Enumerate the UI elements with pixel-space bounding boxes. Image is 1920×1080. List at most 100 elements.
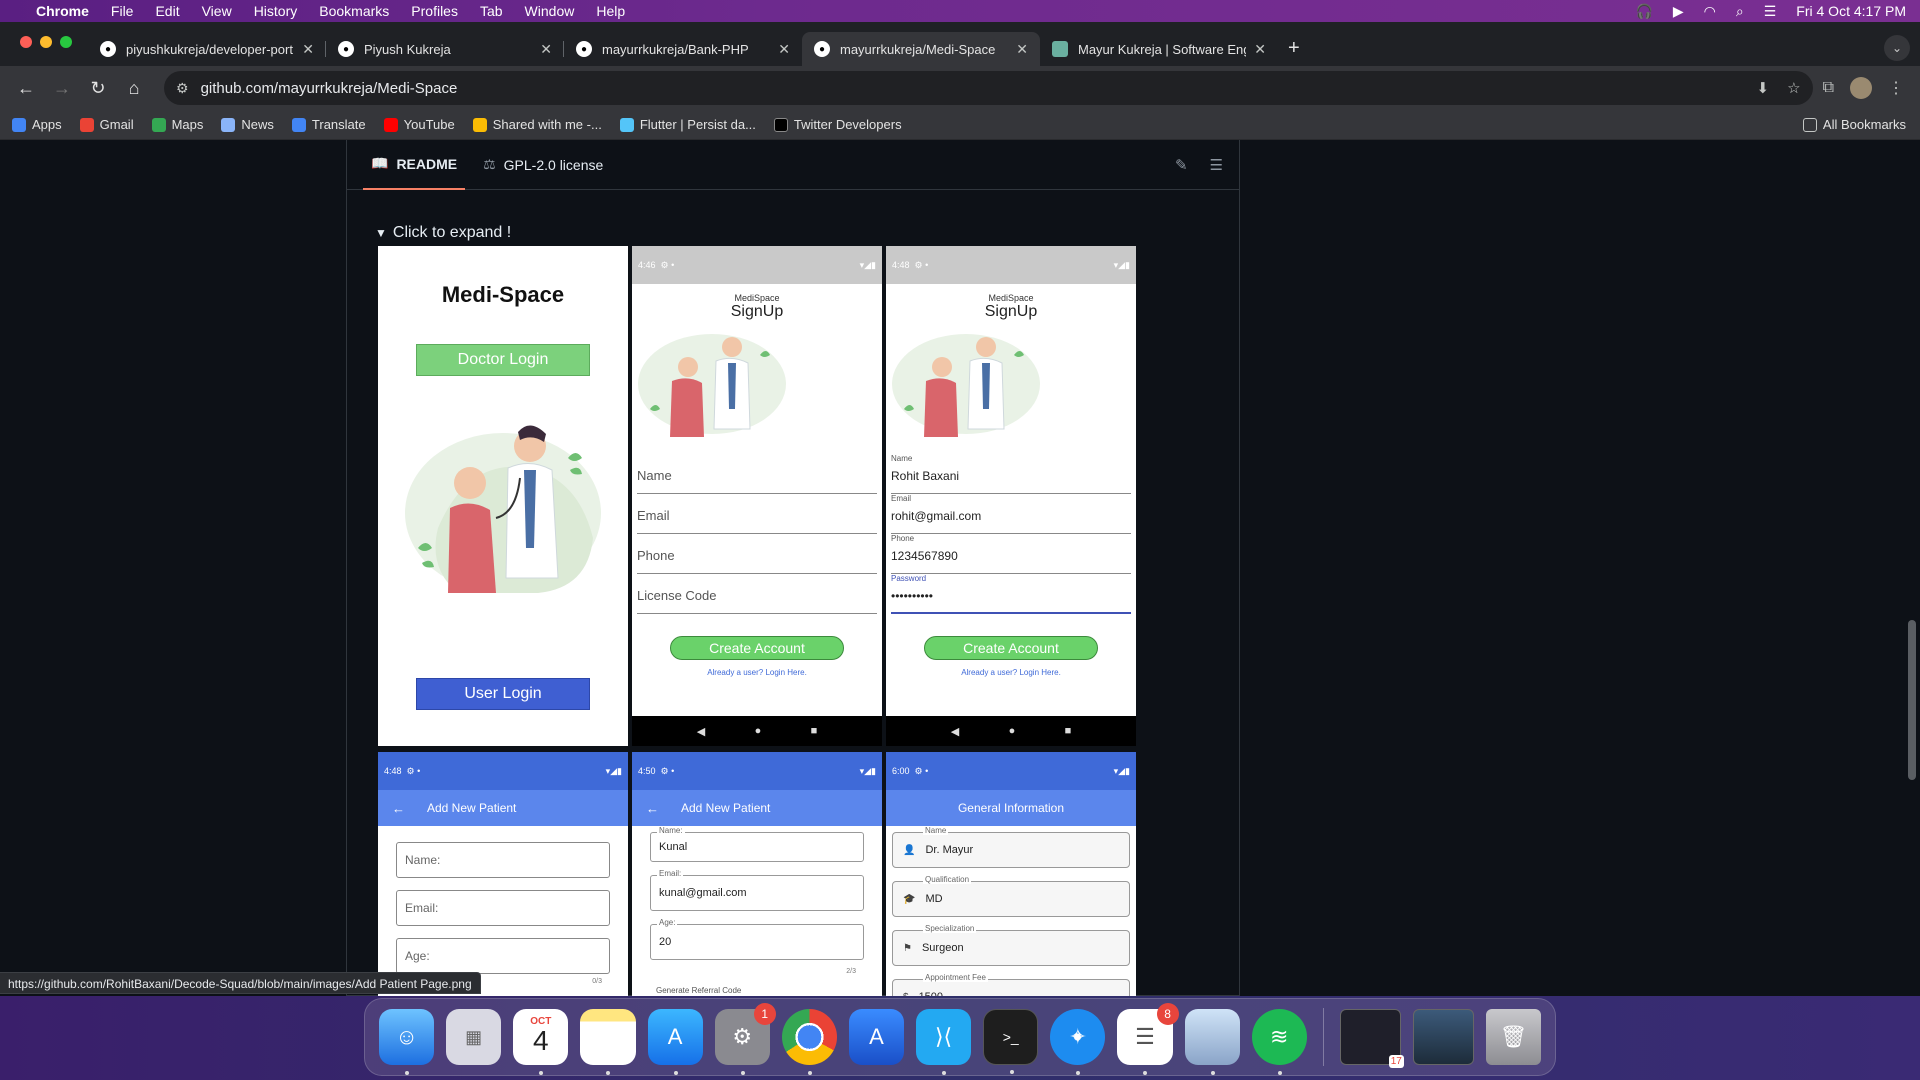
- site-info-icon[interactable]: ⚙: [176, 80, 189, 97]
- create-account-button[interactable]: Create Account: [670, 636, 844, 660]
- menu-view[interactable]: View: [202, 3, 232, 19]
- bookmark-gmail[interactable]: Gmail: [79, 117, 134, 132]
- system-settings-icon[interactable]: ⚙ 1: [714, 1003, 776, 1075]
- close-tab-icon[interactable]: ✕: [1254, 41, 1266, 58]
- edit-pencil-icon[interactable]: ✎: [1175, 156, 1188, 174]
- nav-back-icon[interactable]: ◀: [697, 725, 705, 738]
- url-text[interactable]: github.com/mayurrkukreja/Medi-Space: [201, 80, 458, 97]
- appointment-fee-field[interactable]: Appointment Fee$1500: [892, 973, 1130, 996]
- menu-tab[interactable]: Tab: [480, 3, 503, 19]
- bookmark-translate[interactable]: Translate: [291, 117, 366, 132]
- details-summary[interactable]: ▼ Click to expand !: [375, 224, 511, 242]
- close-tab-icon[interactable]: ✕: [1016, 41, 1028, 58]
- bookmark-shared-drive[interactable]: Shared with me -...: [472, 117, 602, 132]
- patient-name-input[interactable]: Name: Kunal: [650, 826, 864, 862]
- screenshot-add-patient-empty[interactable]: 4:48 ⚙ • ▾◢▮ ← Add New Patient Name: Email…: [378, 752, 628, 996]
- vscode-icon[interactable]: ⟩⟨: [916, 1009, 972, 1075]
- minimized-window-thumbnail[interactable]: [1412, 1009, 1474, 1065]
- create-account-button[interactable]: Create Account: [924, 636, 1098, 660]
- menu-window[interactable]: Window: [525, 3, 575, 19]
- spotify-icon[interactable]: ≋: [1251, 1009, 1307, 1075]
- qualification-field[interactable]: Qualification 🎓 MD: [892, 875, 1130, 917]
- menu-datetime[interactable]: Fri 4 Oct 4:17 PM: [1796, 3, 1906, 19]
- menu-file[interactable]: File: [111, 3, 134, 19]
- close-window-button[interactable]: [20, 36, 32, 48]
- login-link[interactable]: Already a user? Login Here.: [886, 668, 1136, 677]
- menu-app-name[interactable]: Chrome: [36, 3, 89, 19]
- reminders-icon[interactable]: ☰ 8: [1117, 1003, 1179, 1075]
- extensions-puzzle-icon[interactable]: ⧉: [1823, 79, 1834, 97]
- back-arrow-icon[interactable]: ←: [392, 801, 405, 816]
- tab-search-chevron-icon[interactable]: ⌄: [1884, 35, 1910, 61]
- safari-icon[interactable]: ✧: [1050, 1009, 1106, 1075]
- tab-readme[interactable]: 📖 README: [363, 140, 466, 190]
- page-scrollbar[interactable]: [1908, 620, 1916, 780]
- name-field[interactable]: Name: [637, 454, 877, 494]
- headphones-icon[interactable]: 🎧: [1635, 3, 1652, 20]
- launchpad-icon[interactable]: ▦: [446, 1009, 502, 1065]
- screenshot-add-patient-filled[interactable]: 4:50 ⚙ • ▾◢▮ ← Add New Patient Name: Kunal …: [632, 752, 882, 996]
- user-login-button[interactable]: User Login: [416, 678, 590, 710]
- bookmark-apps[interactable]: Apps: [12, 117, 62, 132]
- patient-age-input[interactable]: Age:: [396, 938, 610, 974]
- chrome-menu-icon[interactable]: ⋮: [1888, 78, 1904, 98]
- xcode-instruments-icon[interactable]: A: [848, 1009, 904, 1065]
- profile-avatar[interactable]: [1850, 77, 1872, 99]
- patient-email-input[interactable]: Email:: [396, 890, 610, 926]
- all-bookmarks[interactable]: All Bookmarks: [1802, 117, 1906, 132]
- wifi-icon[interactable]: ◠: [1704, 3, 1716, 20]
- generate-referral-label[interactable]: Generate Referral Code: [656, 986, 741, 995]
- menu-profiles[interactable]: Profiles: [411, 3, 458, 19]
- chrome-icon[interactable]: [781, 1009, 837, 1075]
- nav-recents-icon[interactable]: ■: [811, 725, 818, 737]
- close-tab-icon[interactable]: ✕: [302, 41, 314, 58]
- doctor-login-button[interactable]: Doctor Login: [416, 344, 590, 376]
- bookmark-star-icon[interactable]: ☆: [1787, 79, 1800, 97]
- back-arrow-icon[interactable]: ←: [10, 72, 42, 104]
- spotlight-search-icon[interactable]: ⌕: [1736, 3, 1744, 20]
- patient-age-input[interactable]: Age: 20: [650, 918, 864, 960]
- screenshot-general-info[interactable]: 6:00 ⚙ • ▾◢▮ General Information Name 👤 Dr.…: [886, 752, 1136, 996]
- screenshot-home[interactable]: Medi-Space Doctor Login User Login: [378, 246, 628, 746]
- app-store-icon[interactable]: A: [647, 1009, 703, 1075]
- menu-help[interactable]: Help: [596, 3, 625, 19]
- menu-bookmarks[interactable]: Bookmarks: [319, 3, 389, 19]
- name-field[interactable]: Name Rohit Baxani: [891, 454, 1131, 494]
- tab-medi-space[interactable]: ● mayurrkukreja/Medi-Space ✕: [802, 32, 1040, 66]
- nav-recents-icon[interactable]: ■: [1065, 725, 1072, 737]
- new-tab-button[interactable]: +: [1278, 37, 1312, 66]
- minimized-window-thumbnail[interactable]: 17: [1339, 1009, 1404, 1068]
- play-icon[interactable]: ▶: [1673, 3, 1684, 20]
- preview-icon[interactable]: [1184, 1009, 1240, 1075]
- tab-developer-portfolio[interactable]: ● piyushkukreja/developer-port ✕: [88, 32, 326, 66]
- nav-home-icon[interactable]: ●: [755, 725, 762, 737]
- bookmark-news[interactable]: News: [221, 117, 274, 132]
- bookmark-youtube[interactable]: YouTube: [383, 117, 455, 132]
- bookmark-twitter-dev[interactable]: Twitter Developers: [773, 117, 902, 132]
- menu-edit[interactable]: Edit: [155, 3, 179, 19]
- maximize-window-button[interactable]: [60, 36, 72, 48]
- bookmark-maps[interactable]: Maps: [151, 117, 203, 132]
- email-field[interactable]: Email: [637, 494, 877, 534]
- tab-bank-php[interactable]: ● mayurrkukreja/Bank-PHP ✕: [564, 32, 802, 66]
- home-icon[interactable]: ⌂: [118, 72, 150, 104]
- menu-history[interactable]: History: [254, 3, 298, 19]
- password-field[interactable]: Password ••••••••••: [891, 574, 1131, 614]
- install-app-icon[interactable]: ⬇: [1757, 79, 1770, 97]
- finder-icon[interactable]: ☺: [379, 1009, 435, 1075]
- patient-email-input[interactable]: Email: kunal@gmail.com: [650, 869, 864, 911]
- nav-home-icon[interactable]: ●: [1009, 725, 1016, 737]
- screenshot-signup-empty[interactable]: 4:46 ⚙ • ▾◢▮ MediSpace SignUp Name Email …: [632, 246, 882, 746]
- close-tab-icon[interactable]: ✕: [778, 41, 790, 58]
- tab-piyush-kukreja[interactable]: ● Piyush Kukreja ✕: [326, 32, 564, 66]
- login-link[interactable]: Already a user? Login Here.: [632, 668, 882, 677]
- minimize-window-button[interactable]: [40, 36, 52, 48]
- tab-mayur-portfolio[interactable]: Mayur Kukreja | Software Eng ✕: [1040, 32, 1278, 66]
- close-tab-icon[interactable]: ✕: [540, 41, 552, 58]
- control-center-icon[interactable]: ☰: [1764, 3, 1777, 20]
- back-arrow-icon[interactable]: ←: [646, 801, 659, 816]
- license-code-field[interactable]: License Code: [637, 574, 877, 614]
- phone-field[interactable]: Phone 1234567890: [891, 534, 1131, 574]
- doctor-name-field[interactable]: Name 👤 Dr. Mayur: [892, 826, 1130, 868]
- screenshot-signup-filled[interactable]: 4:48 ⚙ • ▾◢▮ MediSpace SignUp Name Rohit B…: [886, 246, 1136, 746]
